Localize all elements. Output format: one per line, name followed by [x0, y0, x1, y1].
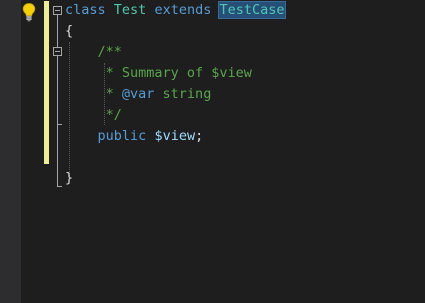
code-line[interactable]: /** [65, 42, 122, 63]
code-line[interactable]: } [65, 168, 73, 189]
code-token: string [154, 86, 212, 102]
code-token: ; [195, 128, 204, 144]
code-token: */ [105, 107, 122, 123]
code-token: * Summary of $view [105, 65, 252, 81]
code-line[interactable]: class Test extends TestCase [65, 0, 286, 21]
code-line[interactable]: { [65, 21, 73, 42]
code-line[interactable]: * @var string [65, 84, 212, 105]
code-line[interactable]: * Summary of $view [65, 63, 252, 84]
change-indicator-bar [44, 42, 49, 164]
code-token: } [65, 170, 74, 186]
code-token: * [105, 86, 122, 102]
lightbulb-icon[interactable] [21, 2, 37, 22]
code-line[interactable]: */ [65, 105, 122, 126]
code-line[interactable]: public $view; [65, 126, 204, 147]
fold-end-tick [57, 124, 62, 125]
selected-token: TestCase [218, 1, 286, 19]
code-token: extends [154, 2, 212, 18]
code-token: public [97, 128, 147, 144]
change-indicator-bar [44, 1, 49, 42]
fold-line [57, 56, 58, 124]
code-token: @var [121, 86, 155, 102]
collapse-icon[interactable] [53, 47, 62, 56]
code-token: { [65, 23, 74, 39]
fold-end-tick [57, 186, 62, 187]
code-token: class [65, 2, 106, 18]
collapse-icon[interactable] [53, 6, 62, 15]
code-token: Test [113, 2, 147, 18]
code-token: $view [154, 128, 196, 144]
glyph-margin [0, 0, 21, 303]
code-token: /** [97, 44, 122, 60]
